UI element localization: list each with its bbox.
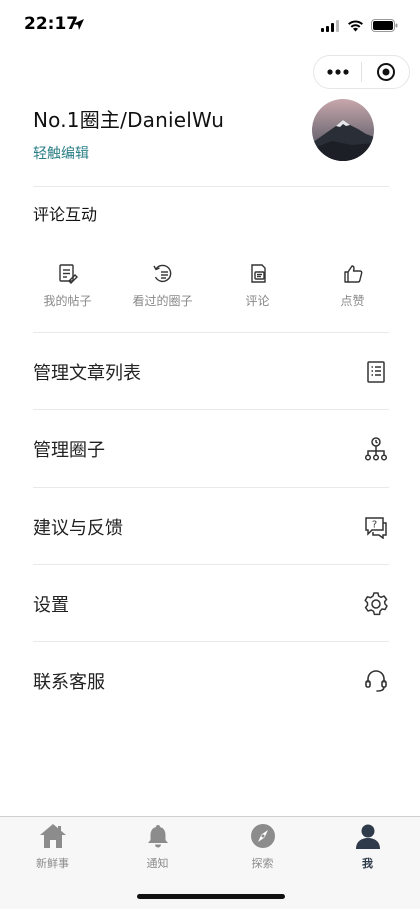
target-icon — [376, 63, 395, 81]
feedback-icon: ? — [363, 514, 389, 540]
tab-label: 新鲜事 — [36, 857, 69, 870]
home-icon — [38, 823, 68, 853]
like-icon — [342, 262, 364, 286]
divider — [33, 186, 389, 187]
quick-my-posts[interactable]: 我的帖子 — [20, 262, 115, 309]
tab-label: 我 — [362, 857, 373, 870]
quick-comments[interactable]: 评论 — [210, 262, 305, 309]
home-indicator — [137, 894, 285, 899]
quick-history[interactable]: 看过的圈子 — [115, 262, 210, 309]
status-indicators — [321, 17, 398, 36]
menu-label: 管理圈子 — [33, 439, 105, 461]
comment-icon — [247, 262, 269, 286]
battery-icon — [371, 17, 398, 36]
quick-label: 看过的圈子 — [132, 294, 193, 308]
compass-icon — [250, 823, 276, 853]
section-title: 评论互动 — [33, 205, 98, 224]
article-list-icon — [363, 359, 389, 385]
headset-icon — [363, 668, 389, 694]
avatar[interactable] — [312, 99, 374, 161]
more-button[interactable] — [314, 56, 361, 88]
menu-item-feedback[interactable]: 建议与反馈 ? — [33, 488, 389, 565]
signal-icon — [321, 17, 340, 36]
tab-label: 通知 — [146, 857, 169, 870]
location-arrow-icon — [72, 16, 85, 35]
menu-label: 建议与反馈 — [33, 517, 123, 539]
profile-name: No.1圈主/DanielWu — [33, 108, 225, 132]
menu-item-manage-circles[interactable]: 管理圈子 — [33, 410, 389, 487]
bell-icon — [145, 823, 171, 853]
status-bar: 22:17 — [0, 0, 420, 52]
wifi-icon — [347, 17, 364, 36]
quick-actions: 我的帖子 看过的圈子 评论 点赞 — [20, 262, 400, 309]
quick-likes[interactable]: 点赞 — [305, 262, 400, 309]
my-posts-icon — [57, 262, 79, 286]
svg-text:?: ? — [372, 519, 377, 530]
quick-label: 评论 — [245, 294, 270, 308]
quick-label: 点赞 — [340, 294, 365, 308]
tab-explore[interactable]: 探索 — [210, 823, 315, 871]
miniprogram-capsule — [313, 55, 410, 89]
quick-label: 我的帖子 — [43, 294, 92, 308]
menu-label: 设置 — [33, 594, 69, 616]
close-miniprogram-button[interactable] — [362, 56, 409, 88]
tab-notifications[interactable]: 通知 — [105, 823, 210, 871]
tab-me[interactable]: 我 — [315, 823, 420, 871]
menu-item-contact-service[interactable]: 联系客服 — [33, 642, 389, 719]
menu-label: 管理文章列表 — [33, 362, 141, 384]
user-icon — [355, 823, 381, 853]
status-time: 22:17 — [24, 14, 79, 34]
tab-label: 探索 — [251, 857, 274, 870]
history-icon — [152, 262, 174, 286]
more-dots-icon — [326, 69, 349, 75]
org-tree-icon — [363, 436, 389, 462]
menu-item-settings[interactable]: 设置 — [33, 565, 389, 642]
tab-news[interactable]: 新鲜事 — [0, 823, 105, 871]
gear-icon — [363, 591, 389, 617]
menu-label: 联系客服 — [33, 671, 105, 693]
edit-profile-link[interactable]: 轻触编辑 — [33, 143, 89, 163]
menu-item-manage-articles[interactable]: 管理文章列表 — [33, 333, 389, 410]
